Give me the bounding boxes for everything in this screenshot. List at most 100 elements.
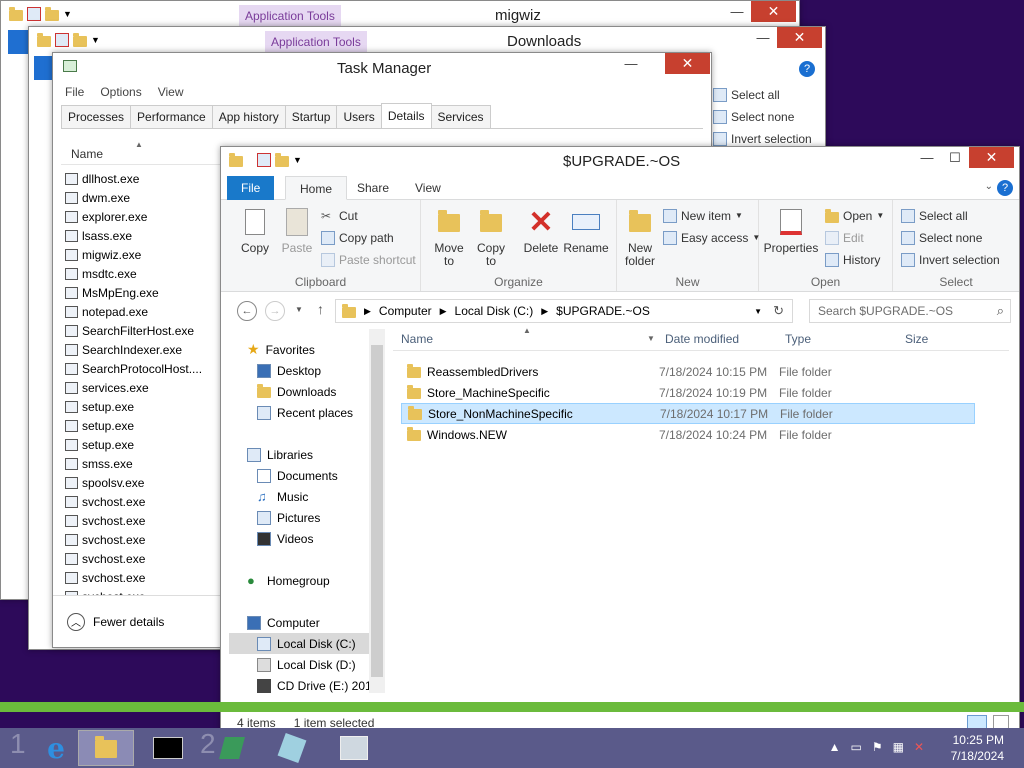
close-button[interactable]: ✕: [969, 147, 1014, 168]
tab-share[interactable]: Share: [343, 176, 403, 200]
application-tools-tab[interactable]: Application Tools: [265, 31, 367, 53]
help-icon[interactable]: ?: [997, 180, 1013, 196]
nav-recent-places[interactable]: Recent places: [257, 402, 353, 423]
command-prompt-icon[interactable]: [140, 730, 196, 766]
tab-view[interactable]: View: [401, 176, 455, 200]
tab-services[interactable]: Services: [430, 105, 491, 128]
history-button[interactable]: History: [825, 250, 880, 270]
chevron-up-icon[interactable]: ︿: [67, 612, 85, 631]
rename-button[interactable]: Rename: [563, 206, 609, 255]
fewer-details-button[interactable]: Fewer details: [93, 615, 164, 629]
nav-cd-drive[interactable]: CD Drive (E:) 201: [257, 675, 372, 693]
chevron-up-icon[interactable]: ▲: [829, 740, 841, 754]
navigation-scrollbar[interactable]: [369, 329, 385, 693]
copy-to-button[interactable]: Copy to: [469, 206, 513, 268]
nav-pictures[interactable]: Pictures: [257, 507, 320, 528]
properties-icon[interactable]: [27, 7, 41, 21]
tab-users[interactable]: Users: [336, 105, 382, 128]
scrollbar-thumb[interactable]: [371, 345, 383, 677]
nav-homegroup[interactable]: ● Homegroup: [247, 570, 330, 591]
clock[interactable]: 10:25 PM 7/18/2024: [951, 732, 1004, 764]
list-item[interactable]: ReassembledDrivers 7/18/2024 10:15 PM File…: [401, 361, 975, 382]
paste-shortcut-button[interactable]: Paste shortcut: [321, 250, 416, 270]
list-item[interactable]: Store_NonMachineSpecific 7/18/2024 10:17 …: [401, 403, 975, 424]
new-folder-icon[interactable]: [45, 6, 59, 21]
select-none-button[interactable]: Select none: [901, 228, 982, 248]
close-button[interactable]: ✕: [777, 27, 822, 48]
properties-button[interactable]: Properties: [763, 206, 819, 255]
application-tools-tab[interactable]: Application Tools: [239, 5, 341, 27]
minimize-button[interactable]: —: [723, 1, 751, 22]
task-manager-icon[interactable]: [326, 730, 382, 766]
forward-button[interactable]: →: [265, 301, 285, 321]
nav-videos[interactable]: Videos: [257, 528, 313, 549]
easy-access-button[interactable]: Easy access ▼: [663, 228, 760, 248]
invert-selection-button[interactable]: Invert selection: [901, 250, 1000, 270]
column-date-modified[interactable]: Date modified: [665, 332, 739, 346]
cut-button[interactable]: ✂ Cut: [321, 206, 358, 226]
copy-button[interactable]: Copy: [235, 206, 275, 255]
new-folder-button[interactable]: New folder: [621, 206, 659, 268]
tab-startup[interactable]: Startup: [284, 105, 338, 128]
chevron-down-icon[interactable]: ▼: [754, 307, 762, 316]
edit-button[interactable]: Edit: [825, 228, 864, 248]
menu-options[interactable]: Options: [100, 81, 141, 103]
nav-downloads[interactable]: Downloads: [257, 381, 336, 402]
breadcrumb-local-disk[interactable]: Local Disk (C:): [455, 304, 534, 318]
network-icon[interactable]: ▦: [893, 740, 904, 754]
chevron-down-icon[interactable]: ▼: [63, 9, 72, 19]
close-button[interactable]: ✕: [751, 1, 796, 22]
notepad-icon[interactable]: [264, 730, 320, 766]
help-icon[interactable]: ?: [799, 61, 815, 77]
chevron-down-icon[interactable]: ▼: [647, 334, 655, 343]
nav-local-disk-d[interactable]: Local Disk (D:): [257, 654, 356, 675]
paste-button[interactable]: Paste: [277, 206, 317, 255]
delete-button[interactable]: ✕ Delete: [519, 206, 563, 255]
select-none-button[interactable]: Select none: [713, 107, 823, 127]
tab-details[interactable]: Details: [380, 103, 432, 128]
column-size[interactable]: Size: [905, 332, 928, 346]
chevron-down-icon[interactable]: ▼: [91, 35, 100, 45]
task-manager-titlebar[interactable]: Task Manager — ✕: [53, 53, 711, 81]
new-item-button[interactable]: New item ▼: [663, 206, 743, 226]
minimize-button[interactable]: —: [749, 27, 777, 48]
nav-local-disk-c[interactable]: Local Disk (C:): [229, 633, 369, 654]
file-explorer-icon[interactable]: [78, 730, 134, 766]
select-all-button[interactable]: Select all: [713, 85, 823, 105]
properties-icon[interactable]: [257, 153, 271, 167]
volume-muted-icon[interactable]: ✕: [914, 740, 924, 754]
column-type[interactable]: Type: [785, 332, 811, 346]
nav-music[interactable]: ♫ Music: [257, 486, 308, 507]
nav-desktop[interactable]: Desktop: [257, 360, 321, 381]
explorer-window[interactable]: ▼ $UPGRADE.~OS — ☐ ✕ File Home Share Vie…: [220, 146, 1020, 736]
tab-file[interactable]: File: [227, 176, 275, 200]
migwiz-file-tab[interactable]: [8, 30, 28, 54]
column-name[interactable]: Name: [71, 147, 103, 161]
refresh-icon[interactable]: ↻: [773, 303, 784, 319]
recent-locations-icon[interactable]: ▼: [295, 305, 303, 314]
properties-icon[interactable]: [55, 33, 69, 47]
list-item[interactable]: Windows.NEW 7/18/2024 10:24 PM File folder: [401, 424, 975, 445]
select-all-button[interactable]: Select all: [901, 206, 968, 226]
column-name[interactable]: Name: [401, 332, 433, 346]
tab-app-history[interactable]: App history: [211, 105, 286, 128]
close-button[interactable]: ✕: [665, 53, 710, 74]
migwiz-icon[interactable]: [204, 730, 260, 766]
tab-performance[interactable]: Performance: [130, 105, 213, 128]
nav-computer[interactable]: Computer: [247, 612, 320, 633]
tab-home[interactable]: Home: [285, 176, 348, 200]
downloads-file-tab[interactable]: [34, 56, 52, 80]
copy-path-button[interactable]: Copy path: [321, 228, 394, 248]
minimize-button[interactable]: —: [913, 147, 941, 168]
explorer-titlebar[interactable]: ▼ $UPGRADE.~OS — ☐ ✕: [221, 147, 1019, 177]
menu-view[interactable]: View: [158, 81, 184, 103]
move-to-button[interactable]: Move to: [427, 206, 471, 268]
breadcrumb-upgrade[interactable]: $UPGRADE.~OS: [556, 304, 650, 318]
back-button[interactable]: ←: [237, 301, 257, 321]
chevron-down-icon[interactable]: ▼: [293, 155, 302, 165]
breadcrumb[interactable]: ▶ Computer ▶ Local Disk (C:) ▶ $UPGRADE.…: [335, 299, 793, 323]
tab-processes[interactable]: Processes: [61, 105, 132, 128]
internet-explorer-icon[interactable]: e: [28, 730, 84, 766]
search-input[interactable]: Search $UPGRADE.~OS ⌕: [809, 299, 1011, 323]
menu-file[interactable]: File: [65, 81, 84, 103]
